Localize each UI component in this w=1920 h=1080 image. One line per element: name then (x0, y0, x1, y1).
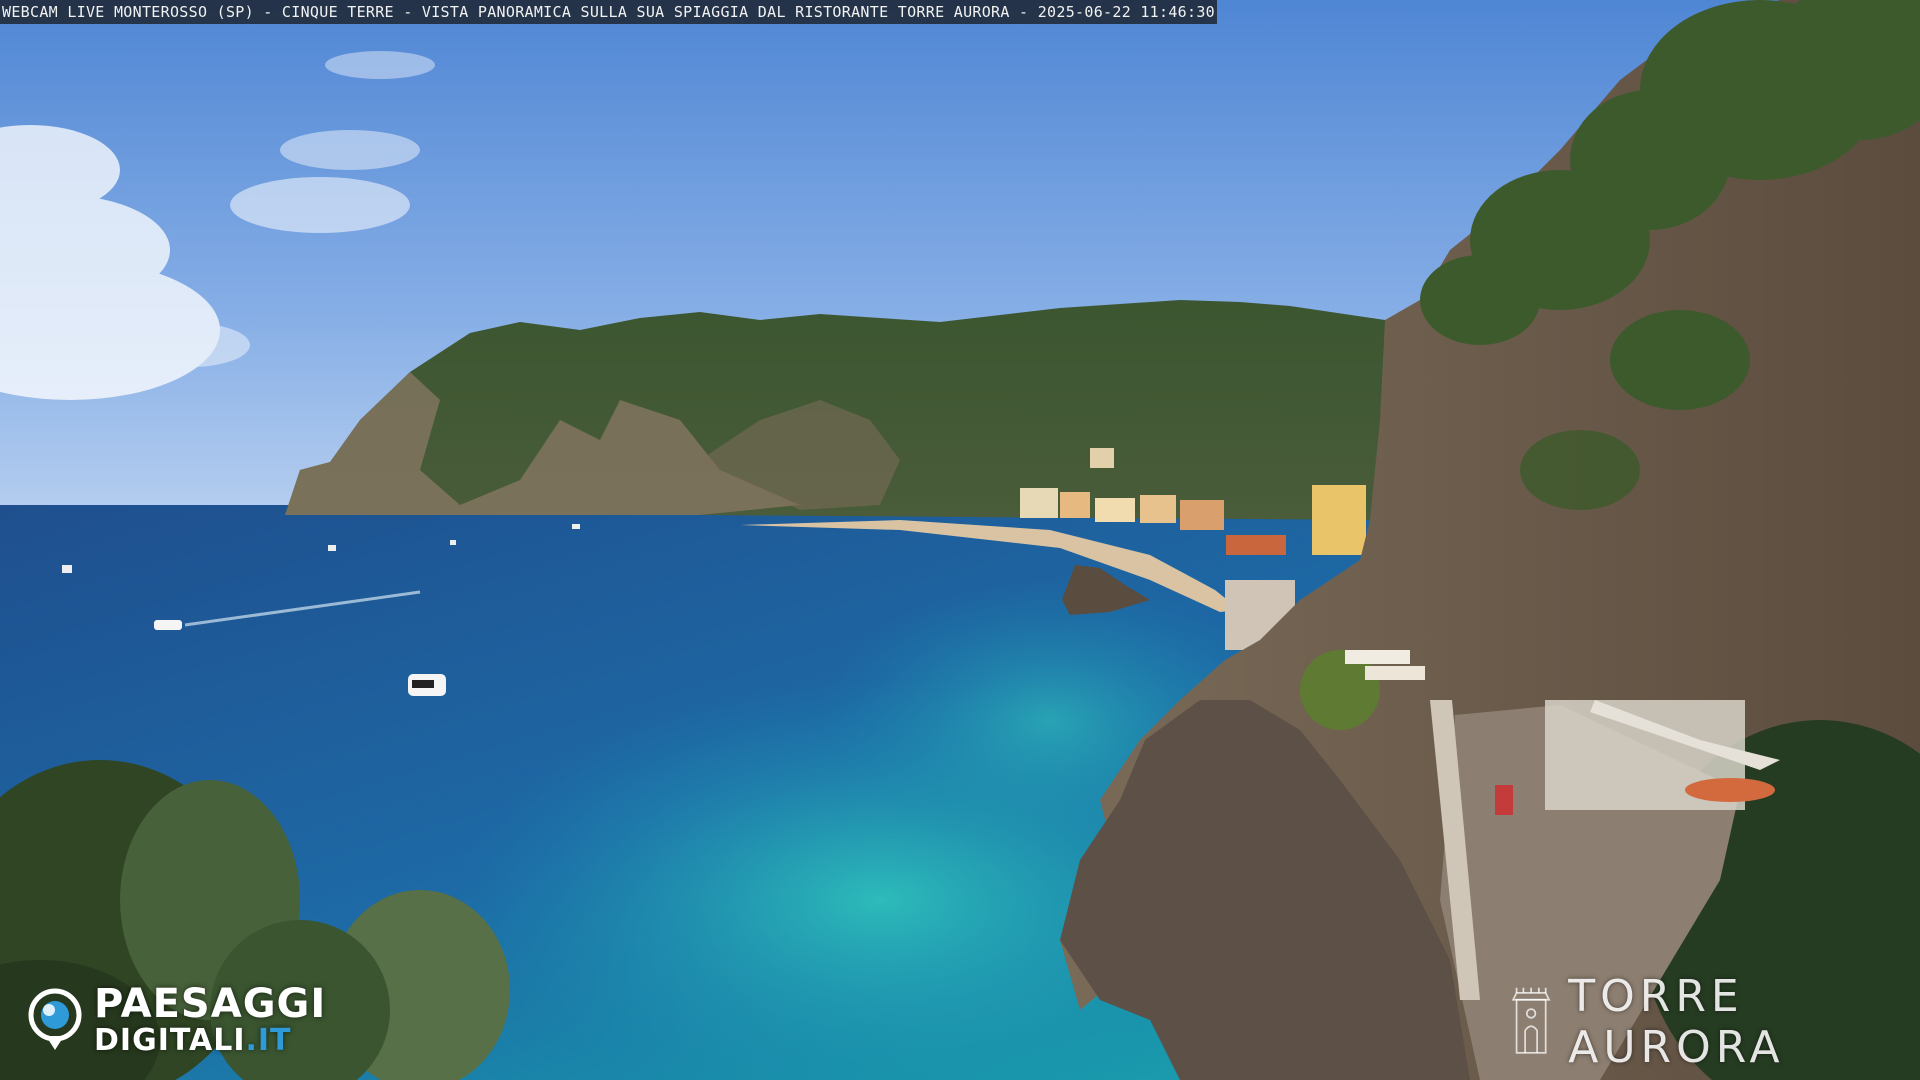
tower-icon (1511, 987, 1551, 1054)
webcam-caption: WEBCAM LIVE MONTEROSSO (SP) - CINQUE TER… (0, 0, 1217, 24)
logo-line-paesaggi: PAESAGGI (94, 981, 327, 1027)
webcam-pin-icon (28, 988, 82, 1050)
webcam-scene (0, 0, 1920, 1080)
panorama-image (0, 0, 1920, 1080)
logo-digitali-text: DIGITALI (94, 1023, 246, 1058)
brand-text: TORRE AURORA (1568, 971, 1785, 1073)
torre-aurora-watermark: TORRE AURORA (1508, 971, 1920, 1073)
logo-line-digitali: DIGITALI.IT (94, 1026, 326, 1056)
paesaggi-digitali-logo: PAESAGGI DIGITALI.IT (26, 981, 327, 1056)
logo-domain-suffix: .IT (245, 1023, 292, 1058)
